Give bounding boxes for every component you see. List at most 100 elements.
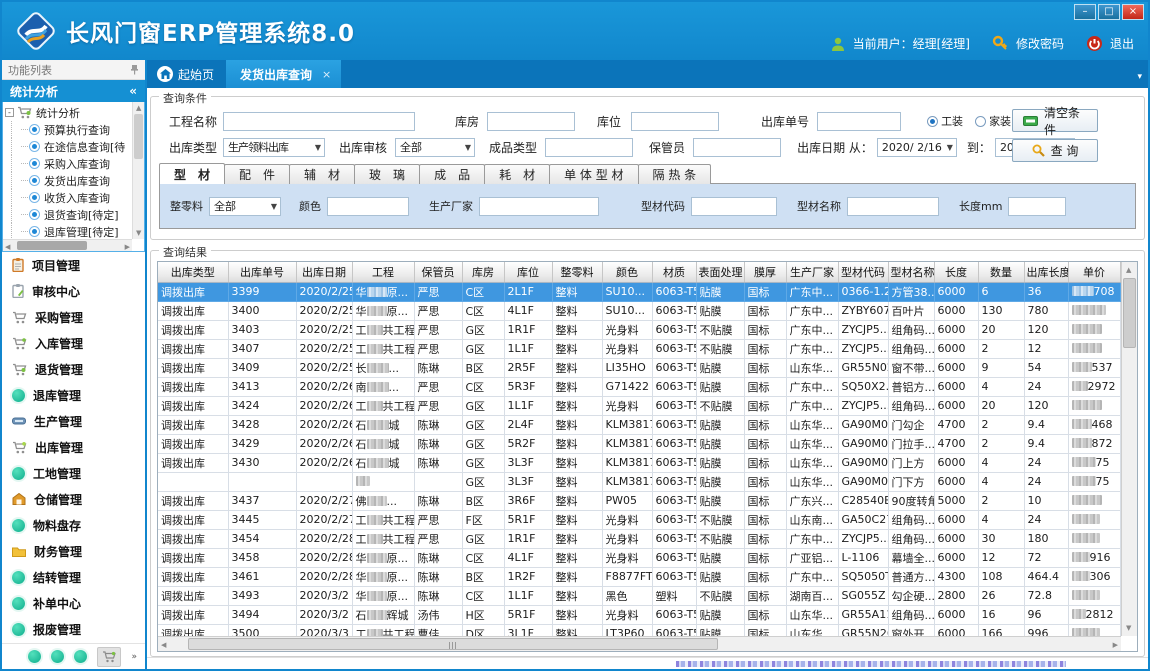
grid-horizontal-scrollbar[interactable]: ◀ ▶ [158, 636, 1121, 651]
table-row[interactable]: 调拨出库34132020/2/26南...严思C区5R3F整料G71422606… [158, 377, 1121, 396]
grid-vertical-scrollbar[interactable]: ▲ ▼ [1121, 262, 1137, 636]
close-button[interactable]: × [1122, 4, 1144, 20]
teal-dot-icon[interactable] [28, 650, 41, 663]
whole-piece-combo[interactable]: 全部▼ [209, 197, 281, 216]
column-header-出库单号[interactable]: 出库单号 [228, 262, 296, 282]
column-header-型材代码[interactable]: 型材代码 [838, 262, 888, 282]
minimize-button[interactable]: – [1074, 4, 1096, 20]
sidebar-item-物料盘存[interactable]: 物料盘存 [2, 512, 145, 538]
tree-item-发货出库查询[interactable]: 发货出库查询 [3, 172, 132, 189]
sidebar-item-退货管理[interactable]: 退货管理 [2, 356, 145, 382]
sidebar-item-补单中心[interactable]: 补单中心 [2, 590, 145, 616]
table-row[interactable]: 调拨出库34282020/2/26石城陈琳G区2L4F整料KLM38176063… [158, 415, 1121, 434]
column-header-颜色[interactable]: 颜色 [602, 262, 652, 282]
tree-root[interactable]: -统计分析 [3, 104, 132, 121]
table-row[interactable]: 调拨出库34002020/2/25华原...严思C区4L1F整料SU10...6… [158, 301, 1121, 320]
sidebar-group-header[interactable]: 统计分析 « [2, 80, 145, 102]
material-tab-6[interactable]: 单 体 型 材 [549, 164, 638, 184]
table-row[interactable]: G区3L3F整料KLM38176063-T5贴膜国标山东华...GA90M09.… [158, 472, 1121, 491]
column-header-表面处理[interactable]: 表面处理 [696, 262, 744, 282]
sidebar-item-采购管理[interactable]: 采购管理 [2, 304, 145, 330]
material-tab-0[interactable]: 型 材 [159, 163, 225, 184]
clear-conditions-button[interactable]: 清空条件 [1012, 109, 1098, 132]
order-no-input[interactable] [817, 112, 901, 131]
table-row[interactable]: 调拨出库34072020/2/25工共工程严思G区1L1F整料光身料6063-T… [158, 339, 1121, 358]
color-input[interactable] [327, 197, 409, 216]
table-row[interactable]: 调拨出库34452020/2/27工共工程严思F区5R1F整料光身料6063-T… [158, 510, 1121, 529]
table-row[interactable]: 调拨出库34092020/2/25长...陈琳B区2R5F整料LI35HO606… [158, 358, 1121, 377]
table-row[interactable]: 调拨出库34582020/2/28华原...陈琳C区4L1F整料光身料6063-… [158, 548, 1121, 567]
column-header-库位[interactable]: 库位 [504, 262, 552, 282]
sidebar-item-项目管理[interactable]: 项目管理 [2, 252, 145, 278]
column-header-出库类型[interactable]: 出库类型 [158, 262, 228, 282]
table-row[interactable]: 调拨出库34242020/2/26工共工程严思G区1L1F整料光身料6063-T… [158, 396, 1121, 415]
sidebar-item-财务管理[interactable]: 财务管理 [2, 538, 145, 564]
table-row[interactable]: 调拨出库35002020/3/3工共工程曹佳D区3L1F整料LT3P606063… [158, 624, 1121, 636]
column-header-生产厂家[interactable]: 生产厂家 [786, 262, 838, 282]
sidebar-item-结转管理[interactable]: 结转管理 [2, 564, 145, 590]
audit-combo[interactable]: 全部▼ [395, 138, 475, 157]
maximize-button[interactable]: □ [1098, 4, 1120, 20]
material-tab-5[interactable]: 耗 材 [484, 164, 550, 184]
column-header-出库日期[interactable]: 出库日期 [296, 262, 352, 282]
radio-industrial[interactable]: 工装 [927, 113, 963, 129]
maker-input[interactable] [479, 197, 599, 216]
tab-shipping-outbound-query[interactable]: 发货出库查询 × [226, 60, 341, 88]
tree-item-退库管理[待定][interactable]: 退库管理[待定] [3, 223, 132, 239]
column-header-保管员[interactable]: 保管员 [414, 262, 462, 282]
radio-home[interactable]: 家装 [975, 113, 1011, 129]
tree-item-在途信息查询[待[interactable]: 在途信息查询[待 [3, 138, 132, 155]
column-header-数量[interactable]: 数量 [978, 262, 1024, 282]
sidebar-item-工地管理[interactable]: 工地管理 [2, 460, 145, 486]
table-row[interactable]: 调拨出库34032020/2/25工共工程严思G区1R1F整料光身料6063-T… [158, 320, 1121, 339]
table-row[interactable]: 调拨出库34942020/3/2石辉城汤伟H区5R1F整料光身料6063-T5贴… [158, 605, 1121, 624]
column-header-长度[interactable]: 长度 [934, 262, 978, 282]
tab-home[interactable]: 起始页 [147, 60, 226, 88]
product-type-input[interactable] [545, 138, 633, 157]
pin-icon[interactable] [130, 64, 139, 75]
material-tab-3[interactable]: 玻 璃 [354, 164, 420, 184]
tree-item-退货查询[待定][interactable]: 退货查询[待定] [3, 206, 132, 223]
tree-expander-icon[interactable]: - [5, 108, 14, 117]
sidebar-item-仓储管理[interactable]: 仓储管理 [2, 486, 145, 512]
tree-item-收货入库查询[interactable]: 收货入库查询 [3, 189, 132, 206]
tree-item-预算执行查询[interactable]: 预算执行查询 [3, 121, 132, 138]
sidebar-item-出库管理[interactable]: 出库管理 [2, 434, 145, 460]
table-row[interactable]: 调拨出库34612020/2/28华原...陈琳B区1R2F整料F8877FT6… [158, 567, 1121, 586]
column-header-整零料[interactable]: 整零料 [552, 262, 602, 282]
date-from-picker[interactable]: 2020/ 2/16▼ [877, 138, 957, 157]
collapse-icon[interactable]: « [129, 84, 137, 98]
column-header-工程[interactable]: 工程 [352, 262, 414, 282]
column-header-型材名称[interactable]: 型材名称 [888, 262, 934, 282]
sidebar-item-审核中心[interactable]: 审核中心 [2, 278, 145, 304]
tree-horizontal-scrollbar[interactable]: ◀ ▶ [3, 239, 132, 251]
column-header-膜厚[interactable]: 膜厚 [744, 262, 786, 282]
warehouse-input[interactable] [487, 112, 575, 131]
table-row[interactable]: 调拨出库34542020/2/28工共工程严思G区1R1F整料光身料6063-T… [158, 529, 1121, 548]
column-header-单价[interactable]: 单价 [1068, 262, 1120, 282]
sidebar-item-生产管理[interactable]: 生产管理 [2, 408, 145, 434]
material-tab-2[interactable]: 辅 材 [289, 164, 355, 184]
project-name-input[interactable] [223, 112, 415, 131]
sidebar-item-退库管理[interactable]: 退库管理 [2, 382, 145, 408]
column-header-库房[interactable]: 库房 [462, 262, 504, 282]
tree-item-采购入库查询[interactable]: 采购入库查询 [3, 155, 132, 172]
logout-link[interactable]: 退出 [1110, 35, 1134, 52]
tab-close-icon[interactable]: × [322, 68, 331, 81]
teal-dot-icon[interactable] [51, 650, 64, 663]
sidebar-item-报废管理[interactable]: 报废管理 [2, 616, 145, 642]
sidebar-item-入库管理[interactable]: 入库管理 [2, 330, 145, 356]
table-row[interactable]: 调拨出库34302020/2/26石城陈琳G区3L3F整料KLM38176063… [158, 453, 1121, 472]
material-tab-7[interactable]: 隔 热 条 [638, 164, 712, 184]
tree-vertical-scrollbar[interactable]: ▲ ▼ [132, 102, 144, 239]
more-chevron-icon[interactable]: » [131, 653, 137, 661]
change-password-link[interactable]: 修改密码 [1016, 35, 1064, 52]
material-tab-4[interactable]: 成 品 [419, 164, 485, 184]
length-input[interactable] [1008, 197, 1066, 216]
search-button[interactable]: 查 询 [1012, 139, 1098, 162]
location-input[interactable] [631, 112, 719, 131]
profile-code-input[interactable] [691, 197, 777, 216]
material-tab-1[interactable]: 配 件 [224, 164, 290, 184]
out-type-combo[interactable]: 生产领料出库▼ [223, 138, 325, 157]
column-header-材质[interactable]: 材质 [652, 262, 696, 282]
